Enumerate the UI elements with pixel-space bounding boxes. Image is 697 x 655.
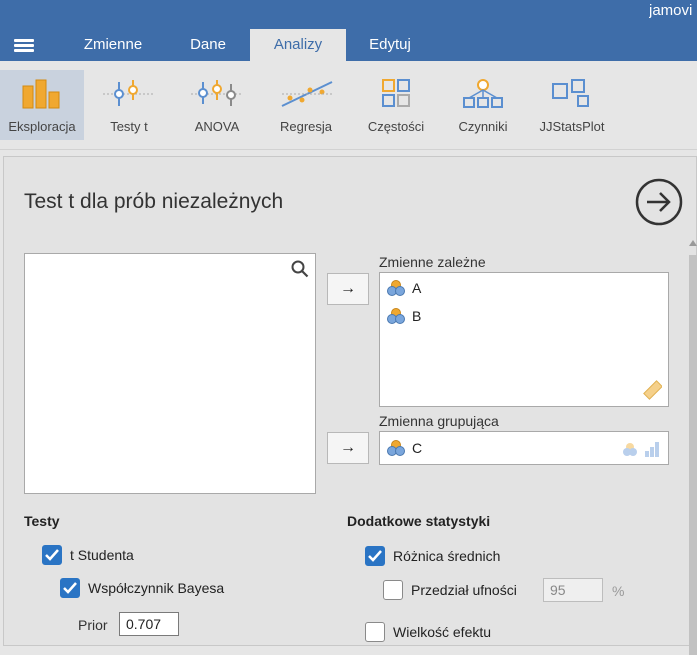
- ribbon-label: Eksploracja: [8, 119, 76, 134]
- mean-difference-option[interactable]: Różnica średnich: [365, 546, 500, 566]
- percent-label: %: [612, 583, 625, 599]
- ribbon-regression[interactable]: Regresja: [266, 70, 346, 140]
- tab-data[interactable]: Dane: [170, 29, 246, 61]
- prior-label: Prior: [78, 617, 108, 633]
- confidence-interval-checkbox[interactable]: [383, 580, 403, 600]
- app-name: jamovi: [649, 2, 693, 19]
- top-bar: jamovi Zmienne Dane Analizy Edytuj: [0, 0, 697, 61]
- student-t-checkbox[interactable]: [42, 545, 62, 565]
- additional-stats-heading: Dodatkowe statystyki: [347, 513, 491, 529]
- jjstatsplot-icon: [552, 79, 589, 107]
- ruler-icon: [643, 380, 662, 400]
- variable-name: A: [412, 280, 422, 296]
- scroll-up-icon[interactable]: [689, 240, 697, 246]
- move-to-dependent-button[interactable]: →: [327, 273, 369, 305]
- nominal-variable-icon: [387, 280, 405, 296]
- regression-icon: [281, 81, 333, 107]
- page-title: Test t dla prób niezależnych: [24, 190, 284, 213]
- ribbon-label: Czynniki: [458, 119, 508, 134]
- mean-difference-label: Różnica średnich: [393, 548, 501, 564]
- nominal-variable-icon: [387, 308, 405, 324]
- ribbon-label: JJStatsPlot: [539, 119, 605, 134]
- anova-icon: [191, 80, 243, 106]
- bayes-factor-option[interactable]: Współczynnik Bayesa: [60, 578, 224, 598]
- variable-type-icon: [623, 442, 659, 457]
- effect-size-option[interactable]: Wielkość efektu: [365, 622, 491, 642]
- frequencies-icon: [382, 79, 410, 107]
- list-item[interactable]: A: [386, 276, 421, 300]
- nominal-variable-icon: [387, 440, 405, 456]
- list-item[interactable]: C: [386, 436, 422, 460]
- student-t-label: t Studenta: [70, 547, 134, 563]
- ribbon-t-tests[interactable]: Testy t: [90, 70, 168, 140]
- menu-icon[interactable]: [14, 39, 34, 52]
- effect-size-label: Wielkość efektu: [393, 624, 492, 640]
- tab-edit[interactable]: Edytuj: [350, 29, 430, 61]
- check-icon: [63, 582, 77, 594]
- tab-variables[interactable]: Zmienne: [68, 29, 158, 61]
- scrollbar[interactable]: [687, 237, 697, 655]
- ribbon-jjstatsplot[interactable]: JJStatsPlot: [530, 70, 614, 140]
- tests-heading: Testy: [24, 513, 60, 529]
- dependent-label: Zmienne zależne: [379, 254, 486, 270]
- search-icon[interactable]: [291, 260, 309, 278]
- ribbon-label: ANOVA: [194, 119, 240, 134]
- analysis-options-panel: Test t dla prób niezależnych → Zmienne z…: [3, 156, 697, 655]
- prior-input[interactable]: [119, 612, 179, 636]
- grouping-label: Zmienna grupująca: [379, 413, 499, 429]
- ribbon-factor[interactable]: Czynniki: [446, 70, 520, 140]
- analysis-ribbon: Eksploracja Testy t ANOVA Regresja Częst…: [0, 61, 697, 150]
- factor-icon: [463, 79, 503, 108]
- ribbon-anova[interactable]: ANOVA: [176, 70, 258, 140]
- ribbon-label: Regresja: [279, 119, 333, 134]
- variable-name: C: [412, 440, 423, 456]
- variable-name: B: [412, 308, 422, 324]
- move-to-grouping-button[interactable]: →: [327, 432, 369, 464]
- bayes-factor-label: Współczynnik Bayesa: [88, 580, 225, 596]
- scroll-thumb[interactable]: [689, 255, 697, 655]
- student-t-option[interactable]: t Studenta: [42, 545, 134, 565]
- confidence-interval-label: Przedział ufności: [411, 582, 517, 598]
- list-item[interactable]: B: [386, 304, 421, 328]
- confidence-interval-option[interactable]: Przedział ufności: [383, 580, 517, 600]
- ribbon-label: Częstości: [367, 119, 425, 134]
- exploration-icon: [22, 79, 60, 109]
- grouping-variable-box[interactable]: C: [379, 431, 669, 465]
- ribbon-label: Testy t: [110, 119, 148, 134]
- ribbon-frequencies[interactable]: Częstości: [358, 70, 434, 140]
- check-icon: [368, 550, 382, 562]
- dependent-variables-box[interactable]: A B: [379, 272, 669, 407]
- confidence-level-input[interactable]: [543, 578, 603, 602]
- ribbon-exploration[interactable]: Eksploracja: [0, 70, 84, 140]
- effect-size-checkbox[interactable]: [365, 622, 385, 642]
- bayes-factor-checkbox[interactable]: [60, 578, 80, 598]
- available-variables-list[interactable]: [24, 253, 316, 494]
- arrow-right-circle-icon[interactable]: [635, 178, 683, 226]
- tab-analyses[interactable]: Analizy: [250, 29, 346, 61]
- mean-difference-checkbox[interactable]: [365, 546, 385, 566]
- check-icon: [45, 549, 59, 561]
- t-test-icon: [103, 80, 155, 106]
